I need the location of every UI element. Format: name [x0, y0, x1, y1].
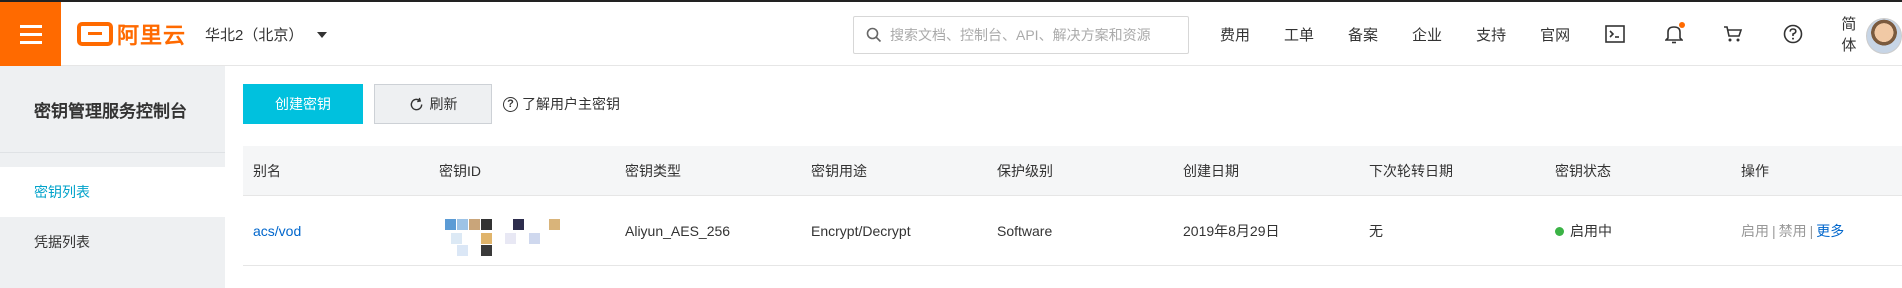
question-circle-icon: ? [503, 96, 518, 112]
nav-item-ticket[interactable]: 工单 [1284, 24, 1314, 45]
aliyun-logo[interactable]: 阿里云 [77, 18, 186, 50]
table-header: 别名 密钥ID 密钥类型 密钥用途 保护级别 创建日期 下次轮转日期 密钥状态 … [243, 146, 1902, 196]
disable-action[interactable]: 禁用 [1779, 223, 1807, 239]
column-header-actions: 操作 [1741, 162, 1769, 179]
column-header-next-rotation: 下次轮转日期 [1369, 162, 1453, 179]
nav-item-support[interactable]: 支持 [1476, 24, 1506, 45]
redacted-key-id [439, 209, 589, 256]
more-action[interactable]: 更多 [1816, 223, 1844, 239]
column-header-key-type: 密钥类型 [625, 162, 681, 179]
column-header-key-id: 密钥ID [439, 162, 481, 179]
language-selector[interactable]: 简体 [1841, 13, 1868, 55]
header-nav: 费用 工单 备案 企业 支持 官网 简体 [1220, 2, 1902, 66]
sidebar: 密钥管理服务控制台 密钥列表 凭据列表 [0, 66, 225, 288]
actions-cell: 启用 | 禁用 | 更多 [1731, 221, 1902, 241]
refresh-button[interactable]: 刷新 [374, 84, 492, 124]
sidebar-item-secret-list[interactable]: 凭据列表 [0, 217, 225, 267]
bell-icon[interactable] [1663, 22, 1685, 46]
key-id-cell [429, 209, 615, 256]
help-icon[interactable] [1782, 22, 1803, 46]
column-header-created: 创建日期 [1183, 162, 1239, 179]
region-selector[interactable]: 华北2（北京） [205, 24, 328, 45]
cmk-help-label: 了解用户主密钥 [522, 96, 620, 112]
toolbar: 创建密钥 刷新 ? 了解用户主密钥 [243, 84, 620, 124]
nav-item-official-site[interactable]: 官网 [1540, 24, 1570, 45]
key-status-cell: 启用中 [1545, 221, 1731, 241]
key-type-cell: Aliyun_AES_256 [625, 222, 731, 239]
key-alias-link[interactable]: acs/vod [243, 223, 429, 239]
key-usage-cell: Encrypt/Decrypt [811, 222, 911, 239]
nav-item-enterprise[interactable]: 企业 [1412, 24, 1442, 45]
create-key-button[interactable]: 创建密钥 [243, 84, 363, 124]
status-dot-icon [1555, 227, 1564, 237]
next-rotation-cell: 无 [1369, 222, 1383, 239]
sidebar-item-key-list[interactable]: 密钥列表 [0, 167, 225, 217]
column-header-alias: 别名 [253, 162, 281, 179]
search-icon [866, 27, 882, 43]
column-header-usage: 密钥用途 [811, 162, 867, 179]
action-divider: | [1809, 222, 1814, 239]
avatar[interactable] [1866, 18, 1902, 54]
menu-icon[interactable] [0, 2, 61, 66]
chevron-down-icon [317, 31, 328, 38]
protection-level-cell: Software [997, 222, 1053, 239]
refresh-label: 刷新 [429, 96, 458, 112]
main-content: 创建密钥 刷新 ? 了解用户主密钥 别名 密钥ID 密钥类型 密钥用途 保护级别… [225, 66, 1902, 288]
key-table: 别名 密钥ID 密钥类型 密钥用途 保护级别 创建日期 下次轮转日期 密钥状态 … [243, 146, 1902, 266]
nav-item-billing[interactable]: 费用 [1220, 24, 1250, 45]
terminal-icon[interactable] [1604, 22, 1625, 46]
logo-mark-icon [77, 22, 113, 46]
search-box[interactable] [853, 16, 1189, 54]
notification-dot [1678, 22, 1685, 28]
column-header-protection: 保护级别 [997, 162, 1053, 179]
logo-text: 阿里云 [117, 24, 187, 49]
table-row: acs/vod Aliyun_AES_256 Encrypt/Decrypt S… [243, 196, 1902, 266]
search-input[interactable] [890, 27, 1180, 43]
sidebar-title: 密钥管理服务控制台 [0, 66, 225, 153]
refresh-icon [410, 97, 422, 110]
action-divider: | [1772, 222, 1776, 239]
top-navigation-bar: 阿里云 华北2（北京） 费用 工单 备案 企业 支持 官网 简体 [0, 0, 1902, 66]
cart-icon[interactable] [1723, 22, 1744, 46]
enable-action[interactable]: 启用 [1741, 223, 1769, 239]
nav-item-icp[interactable]: 备案 [1348, 24, 1378, 45]
status-badge: 启用中 [1570, 222, 1612, 239]
created-date-cell: 2019年8月29日 [1183, 222, 1280, 239]
region-label: 华北2（北京） [205, 27, 304, 44]
cmk-help-link[interactable]: ? 了解用户主密钥 [503, 94, 620, 114]
column-header-status: 密钥状态 [1555, 162, 1611, 179]
